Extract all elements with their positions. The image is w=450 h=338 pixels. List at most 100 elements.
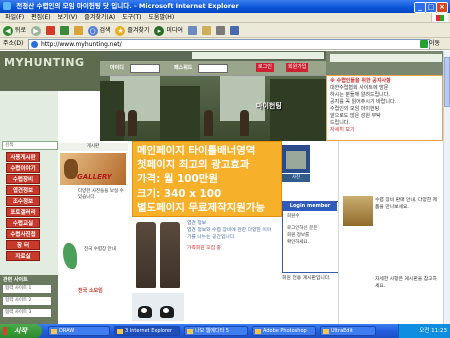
back-arrow-icon: ◀ [3,25,13,36]
notice-box: ※ 수렵인들을 위한 공지사항 대한수렵협회 사이트에 방문 하시는 분들께 알… [326,75,443,141]
system-tray: 오전 11:23 [398,324,450,338]
edit-button[interactable] [229,23,239,37]
left-menu-item[interactable]: 포토갤러리 [6,207,40,217]
id-label: 아이디 [110,65,124,71]
member-photo[interactable] [282,145,310,173]
hunter-figure [240,110,249,136]
back-button[interactable]: ◀ 뒤로 [3,23,26,37]
left-menu-item[interactable]: 수렵이야기 [6,163,40,173]
taskbar-item[interactable]: Adobe Photoshop [252,326,316,336]
right-text-2: 자세한 사항은 게시판을 참고하세요. [375,277,437,289]
top-right-link[interactable] [330,54,366,62]
clock: 오전 11:23 [419,328,447,334]
partner-banner[interactable]: 협력 사이트 3 [3,309,51,317]
login-box-line: 로그인하신 분은 [287,226,318,231]
notice-more-link[interactable]: 자세히 보기 [330,127,439,134]
sidebar-search-input[interactable]: 검색 [2,141,58,150]
print-button[interactable] [215,23,225,37]
regional-title: 전국 소모임 [78,288,103,294]
left-menu-item[interactable]: 수렵장비 [6,174,40,184]
login-box-title: Login member [283,202,337,211]
join-button[interactable]: 회원가입 [286,63,309,72]
left-menu-item[interactable]: 조수정보 [6,196,40,206]
home-button[interactable] [73,23,83,37]
article-title[interactable]: 엽견 정보 [187,220,273,227]
login-button[interactable]: 로그인 [256,63,274,72]
article-red-text[interactable]: 가족회원 모집 중 [187,245,273,252]
taskbar-item[interactable]: UltraEdit [320,326,376,336]
id-field[interactable] [130,64,160,73]
partner-banner[interactable]: 협력 사이트 2 [3,297,51,305]
dog-figure [138,306,152,318]
top-nav [100,51,326,61]
gallery-banner[interactable]: GALLERY [60,153,126,185]
map-text: 전국 수렵장 안내 [84,247,116,252]
menu-view[interactable]: 보기(V) [58,14,78,21]
product-thumbnail[interactable] [343,196,373,226]
address-input[interactable]: http://www.myhunting.net/ [28,39,430,49]
partner-banner[interactable]: 협력 사이트 1 [3,285,51,293]
left-menu-item[interactable]: 수렵사진첩 [6,229,40,239]
search-icon: ○ [87,25,98,36]
go-label: 이동 [429,40,441,47]
taskbar-item[interactable]: 3 Internet Explorer [114,326,180,336]
mail-button[interactable] [201,23,211,37]
search-label: 검색 [99,27,111,34]
dogs-image[interactable] [132,293,184,321]
top-nav-item[interactable] [290,52,324,59]
start-button[interactable]: 시작 [0,324,42,338]
favorites-button[interactable]: ★ 즐겨찾기 [115,23,149,37]
refresh-icon [59,26,69,35]
dog-figure [160,306,174,318]
menu-file[interactable]: 파일(F) [5,14,24,21]
history-button[interactable] [187,23,197,37]
menu-help[interactable]: 도움말(H) [148,14,174,21]
refresh-button[interactable] [59,23,69,37]
search-button[interactable]: ○ 검색 [87,23,111,37]
password-field[interactable] [198,64,228,73]
edit-icon [229,26,239,35]
scrollbar-thumb[interactable] [444,57,450,107]
photo-tag: 사진 [282,174,310,182]
vertical-scrollbar[interactable] [443,51,450,325]
menu-tools[interactable]: 도구(T) [122,14,141,21]
site-logo[interactable]: MYHUNTING [0,51,100,91]
photo-caption: 마이헌팅 [256,102,282,110]
home-icon [73,26,83,35]
top-nav-item[interactable] [192,52,226,59]
left-menu-item[interactable]: 수렵교실 [6,218,40,228]
login-member-box: Login member 회원수 로그인하신 분은 회원 정보를 확인하세요. [282,201,338,273]
left-menu-item[interactable]: 장 터 [6,240,40,250]
taskbar-item[interactable]: 나모 웹에디터 5 [184,326,248,336]
hunter-figure [116,110,125,136]
stop-button[interactable] [45,23,55,37]
close-button[interactable]: × [436,2,448,13]
media-label: 미디어 [166,27,183,34]
photo-tree [160,86,200,141]
korea-map[interactable] [60,241,82,271]
gallery-text: 다양한 사진들을 보실 수 있습니다. [78,189,124,200]
ad-line: 메인페이지 타이틀배너영역 [137,145,256,157]
partner-sites: 관련 사이트 협력 사이트 1 협력 사이트 2 협력 사이트 3 [0,275,58,325]
go-button[interactable]: 이동 [420,39,448,49]
member-panel: 사진 Login member 회원수 로그인하신 분은 회원 정보를 확인하세… [282,141,338,325]
menu-favorites[interactable]: 즐겨찾기(A) [84,14,115,21]
top-nav-item[interactable] [258,52,290,59]
left-menu-item[interactable]: 엽견정보 [6,185,40,195]
left-menu-item[interactable]: 자료실 [6,251,40,261]
login-box-line: 확인하세요. [287,240,310,245]
ad-banner[interactable]: 메인페이지 타이틀배너영역 첫페이지 최고의 광고효과 가격: 월 100만원 … [132,141,282,217]
hunter-figure [204,110,213,136]
menu-edit[interactable]: 편집(E) [31,14,51,21]
forward-button[interactable]: ▶ [30,23,41,37]
taskbar-item[interactable]: DRAW [48,326,110,336]
pants-image[interactable] [160,222,180,288]
left-menu-item[interactable]: 사용게시판 [6,152,40,162]
top-nav-item[interactable] [226,52,258,59]
media-button[interactable]: ▸ 미디어 [154,23,183,37]
notice-line: 공지를 꼭 읽어주시기 바랍니다. [330,99,397,105]
ad-line: 첫페이지 최고의 광고효과 [137,159,250,172]
pants-image[interactable] [136,222,156,288]
top-right-link[interactable] [402,54,442,62]
top-right-link[interactable] [366,54,402,62]
